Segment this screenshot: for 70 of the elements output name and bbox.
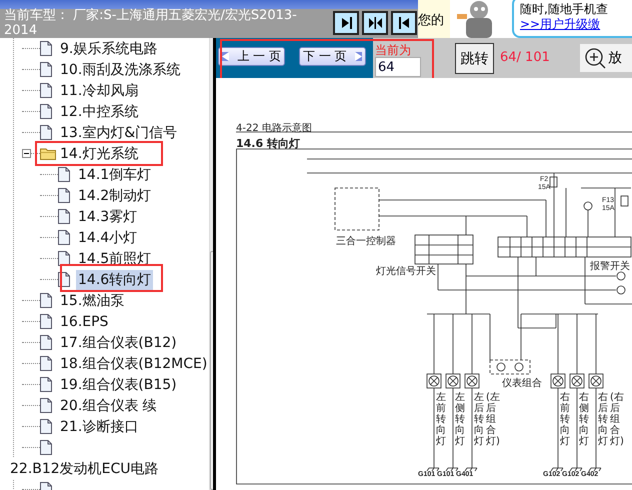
tree-item[interactable]: 14.4小灯 <box>76 228 140 248</box>
tree-item[interactable]: 14.2制动灯 <box>76 186 154 206</box>
arrows-inward-icon <box>368 16 382 30</box>
lamp-label: 右前转向灯 <box>560 392 570 447</box>
component-label: 仪表组合 <box>502 376 542 390</box>
tree-item[interactable]: 13.室内灯&门信号 <box>58 122 180 142</box>
lamp-label: 左侧转向灯 <box>455 392 465 447</box>
document-icon <box>40 314 52 329</box>
document-icon <box>40 83 52 98</box>
next-page-button[interactable]: 下 一 页 <box>299 47 366 66</box>
document-icon <box>40 356 52 371</box>
component-label: 灯光信号开关 <box>376 264 436 278</box>
collapse-icon[interactable] <box>22 148 31 158</box>
lamp-label: 左前转向灯 <box>436 392 446 447</box>
arrow-left-icon <box>222 52 229 61</box>
notice-text: 您的 <box>418 0 450 38</box>
tree-item[interactable]: 20.组合仪表 续 <box>58 396 159 416</box>
diagram-title: 14.6 转向灯 <box>236 136 300 151</box>
tree-item[interactable]: 14.6转向灯 <box>76 270 154 290</box>
tree-item[interactable]: 17.组合仪表(B12) <box>58 332 179 352</box>
document-icon <box>58 209 70 224</box>
document-icon <box>58 230 70 245</box>
view-button[interactable] <box>391 11 417 35</box>
tree-item[interactable]: 21.诊断接口 <box>58 416 140 436</box>
lamp-label: 左后转向灯 <box>474 392 484 447</box>
view-button[interactable] <box>333 11 359 35</box>
tree-item[interactable]: 10.雨刮及洗涤系统 <box>58 60 182 80</box>
document-icon <box>40 104 52 119</box>
zoom-in-icon <box>584 47 606 69</box>
arrow-right-icon <box>355 52 362 61</box>
previous-page-button[interactable]: 上 一 页 <box>218 47 285 66</box>
tree-item[interactable]: 9.娱乐系统电路 <box>58 38 160 58</box>
document-icon <box>40 419 52 434</box>
tree-item[interactable]: 15.燃油泵 <box>58 290 126 310</box>
car-model-title: 当前车型： 厂家:S-上海通用五菱宏光/宏光S2013-2014 <box>3 8 298 38</box>
tree-item[interactable]: 16.EPS <box>58 312 110 330</box>
current-page-label: 当前为 <box>375 43 412 57</box>
folder-icon <box>40 147 56 160</box>
ad-text: 随时,随地手机查 <box>520 1 609 17</box>
document-icon <box>40 377 52 392</box>
view-button[interactable] <box>362 11 388 35</box>
page-header: 4-22 电路示意图 <box>236 122 312 135</box>
document-icon <box>58 167 70 182</box>
upgrade-link[interactable]: >>用户升级缴 <box>520 17 632 32</box>
arrow-left-icon <box>396 16 412 30</box>
tree-item[interactable]: 22.B12发动机ECU电路 <box>8 458 161 478</box>
tree-item[interactable]: 14.3雾灯 <box>76 206 140 226</box>
document-icon[interactable] <box>40 440 52 455</box>
page-number-field[interactable]: 64 <box>375 57 421 77</box>
tree-item[interactable]: 19.组合仪表(B15) <box>58 374 179 394</box>
lamp-label: 右侧转向灯 <box>579 392 589 447</box>
tree-item[interactable]: 14.灯光系统 <box>58 144 140 164</box>
tree-item[interactable]: 14.1倒车灯 <box>76 164 154 184</box>
page-count: 64/ 101 <box>500 50 551 65</box>
document-icon <box>40 62 52 77</box>
document-icon <box>58 251 70 266</box>
document-icon <box>40 398 52 413</box>
document-icon <box>58 188 70 203</box>
tree-item[interactable]: 18.组合仪表(B12MCE) <box>58 354 210 374</box>
zoom-in-button[interactable]: 放 <box>580 44 632 72</box>
document-icon <box>40 335 52 350</box>
tree-item[interactable]: 12.中控系统 <box>58 102 140 122</box>
go-button[interactable]: 跳转 <box>455 43 494 74</box>
component-label: 报警开关 <box>590 260 630 273</box>
document-icon <box>40 41 52 56</box>
component-label: 三合一控制器 <box>336 234 396 248</box>
lamp-label: 右后转向灯 <box>598 392 608 447</box>
tree-item[interactable]: 11.冷却风扇 <box>58 80 140 100</box>
document-icon <box>40 293 52 308</box>
document-icon <box>40 125 52 140</box>
